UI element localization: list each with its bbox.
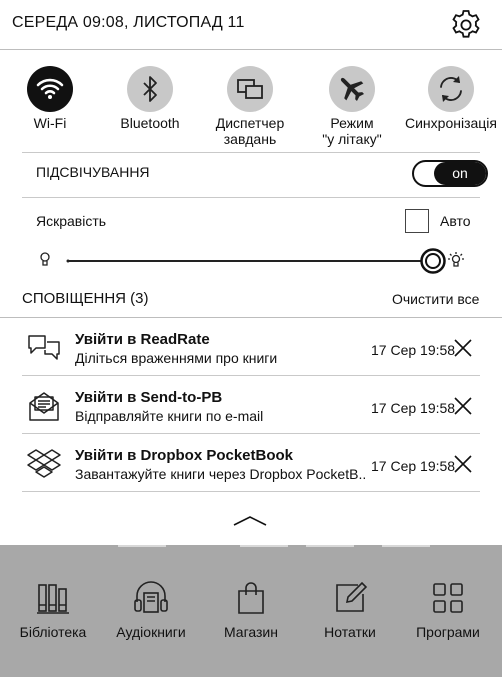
dock-store-button[interactable]: Магазин <box>201 580 301 640</box>
apps-icon <box>433 583 463 613</box>
notifications-header: СПОВІЩЕННЯ (3) <box>22 290 149 307</box>
readrate-icon <box>28 335 60 360</box>
dock-library-label: Бібліотека <box>19 624 87 640</box>
airplane-mode-label-line2: "у літаку" <box>322 131 382 147</box>
sync-label: Синхронізація <box>405 115 497 131</box>
wifi-toggle[interactable]: Wi-Fi <box>0 62 100 131</box>
close-icon[interactable] <box>452 337 474 359</box>
store-icon <box>238 582 264 614</box>
sync-icon <box>440 76 462 102</box>
sync-toggle[interactable]: Синхронізація <box>401 62 501 131</box>
task-manager-label-line1: Диспетчер <box>215 115 285 131</box>
dock-store-label: Магазин <box>223 624 278 640</box>
task-manager-toggle-circle[interactable] <box>227 66 273 112</box>
close-icon[interactable] <box>452 395 474 417</box>
airplane-mode-toggle[interactable]: Режим "у літаку" <box>302 62 402 147</box>
bulb-dim-icon <box>40 252 50 266</box>
close-icon[interactable] <box>452 453 474 475</box>
notification-item[interactable]: Увійти в Dropbox PocketBook Завантажуйте… <box>0 434 502 491</box>
notification-title: Увійти в Dropbox PocketBook <box>75 447 294 464</box>
bluetooth-toggle[interactable]: Bluetooth <box>100 62 200 131</box>
task-manager-label-line2: завдань <box>223 131 277 147</box>
task-manager-toggle[interactable]: Диспетчер завдань <box>200 62 300 147</box>
notes-icon <box>336 581 368 612</box>
gear-icon[interactable] <box>448 7 484 43</box>
wifi-label: Wi-Fi <box>33 115 67 131</box>
divider <box>22 152 480 153</box>
airplane-mode-label-line1: Режим <box>330 115 374 131</box>
notification-item[interactable]: Увійти в Send-to-PB Відправляйте книги п… <box>0 376 502 433</box>
notification-time: 17 Сер 19:58 <box>371 458 456 474</box>
divider <box>22 197 480 198</box>
audiobooks-icon <box>134 581 168 613</box>
clear-all-button[interactable]: Очистити все <box>392 291 479 307</box>
dock-apps-button[interactable]: Програми <box>398 580 498 640</box>
dropbox-icon <box>27 449 61 478</box>
brightness-slider[interactable] <box>30 244 470 278</box>
divider <box>22 491 480 492</box>
notification-time: 17 Сер 19:58 <box>371 400 456 416</box>
notification-title: Увійти в Send-to-PB <box>75 389 223 406</box>
notification-subtitle: Завантажуйте книги через Dropbox PocketB… <box>75 466 365 482</box>
airplane-mode-label: Режим "у літаку" <box>302 115 402 147</box>
bluetooth-icon <box>143 76 157 102</box>
status-bar: СЕРЕДА 09:08, ЛИСТОПАД 11 <box>0 0 502 50</box>
wifi-toggle-circle[interactable] <box>27 66 73 112</box>
bottom-dock: Бібліотека Аудіокниги Магазин Нотатки Пр… <box>0 545 502 677</box>
dock-separator <box>118 545 166 547</box>
chevron-up-icon[interactable] <box>232 514 268 528</box>
dock-separator <box>382 545 430 547</box>
dock-audiobooks-label: Аудіокниги <box>116 624 186 640</box>
dock-notes-button[interactable]: Нотатки <box>300 580 400 640</box>
slider-handle[interactable] <box>420 248 446 274</box>
dock-separator <box>240 545 288 547</box>
datetime: СЕРЕДА 09:08, ЛИСТОПАД 11 <box>12 14 245 31</box>
library-icon <box>37 584 69 614</box>
dock-audiobooks-button[interactable]: Аудіокниги <box>101 580 201 640</box>
notification-time: 17 Сер 19:58 <box>371 342 456 358</box>
airplane-icon <box>340 77 365 102</box>
bluetooth-toggle-circle[interactable] <box>127 66 173 112</box>
airplane-mode-toggle-circle[interactable] <box>329 66 375 112</box>
dock-separator <box>306 545 354 547</box>
wifi-icon <box>36 78 64 99</box>
notification-title: Увійти в ReadRate <box>75 331 210 348</box>
dock-library-button[interactable]: Бібліотека <box>3 580 103 640</box>
backlight-toggle[interactable]: on <box>412 160 488 187</box>
auto-checkbox[interactable] <box>405 209 429 233</box>
sync-toggle-circle[interactable] <box>428 66 474 112</box>
brightness-label: Яскравість <box>36 213 107 229</box>
notification-item[interactable]: Увійти в ReadRate Діліться враженнями пр… <box>0 318 502 375</box>
backlight-toggle-state: on <box>434 162 486 185</box>
auto-label: Авто <box>440 213 471 229</box>
notification-subtitle: Відправляйте книги по e-mail <box>75 408 264 424</box>
bulb-bright-icon <box>448 252 464 267</box>
send-to-pb-icon <box>29 392 59 421</box>
notification-subtitle: Діліться враженнями про книги <box>75 350 278 366</box>
dock-apps-label: Програми <box>416 624 480 640</box>
task-manager-icon <box>237 79 263 99</box>
backlight-label: ПІДСВІЧУВАННЯ <box>36 164 150 180</box>
quick-toggles: Wi-Fi Bluetooth Диспетчер завдань Режим … <box>0 62 502 152</box>
task-manager-label: Диспетчер завдань <box>200 115 300 147</box>
bluetooth-label: Bluetooth <box>120 115 180 131</box>
dock-notes-label: Нотатки <box>324 624 376 640</box>
